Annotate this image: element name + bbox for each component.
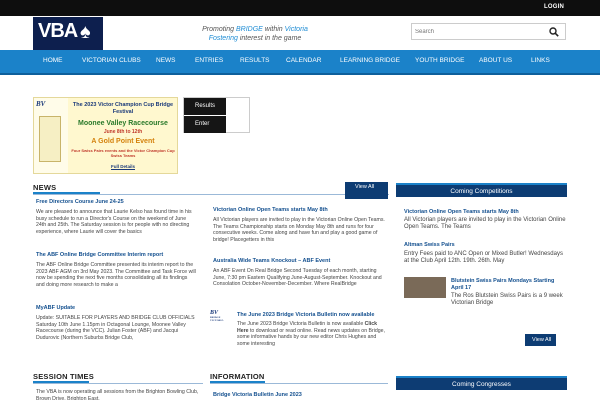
article-text: to download or read online. Read news up… [237, 327, 385, 347]
tagline: Promoting BRIDGE within Victoria Fosteri… [170, 25, 340, 43]
competition-excerpt: The Ros Blutstein Swiss Pairs is a 9 wee… [451, 293, 563, 306]
news-article: The ABF Online Bridge Committee Interim … [36, 252, 196, 288]
vba-logo[interactable]: VBA ♠ [33, 17, 103, 51]
competitions-view-all-button[interactable]: View All [525, 334, 556, 346]
competition-title[interactable]: Victorian Online Open Teams starts May 8… [404, 209, 519, 215]
nav-links[interactable]: LINKS [531, 57, 550, 64]
promo-title: The 2023 Victor Champion Cup Bridge Fest… [72, 102, 174, 115]
nav-entries[interactable]: ENTRIES [195, 57, 223, 64]
article-text: The June 2023 Bridge Victoria Bulletin i… [237, 321, 365, 327]
competition-title[interactable]: Altman Swiss Pairs [404, 242, 455, 248]
tagline-highlight: Victoria [284, 26, 308, 33]
main-nav: HOME VICTORIAN CLUBS NEWS ENTRIES RESULT… [0, 50, 600, 73]
promo-full-details-link[interactable]: Full Details [70, 164, 176, 169]
session-times-text: The VBA is now operating all sessions fr… [36, 389, 199, 400]
promo-sidebar: BV [34, 98, 68, 173]
nav-youth-bridge[interactable]: YOUTH BRIDGE [415, 57, 464, 64]
results-button[interactable]: Results [184, 98, 226, 115]
article-excerpt: An ABF Event On Real Bridge Second Tuesd… [213, 268, 382, 288]
login-link[interactable]: LOGIN [544, 4, 564, 10]
search-input[interactable] [415, 26, 545, 38]
coming-competitions-header: Coming Competitions [396, 183, 567, 197]
article-excerpt: The June 2023 Bridge Victoria Bulletin i… [237, 321, 385, 347]
competition-thumbnail[interactable] [404, 277, 446, 298]
session-times-title: SESSION TIMES [33, 372, 94, 381]
nav-home[interactable]: HOME [43, 57, 63, 64]
news-view-all-button[interactable]: View All [345, 182, 388, 199]
tagline-highlight: Fostering [208, 35, 238, 42]
promo-subtitle: Four Swiss Pairs events and the Victor C… [71, 148, 175, 158]
news-article: Free Directors Course June 24-25 We are … [36, 199, 196, 235]
article-excerpt: Update: SUITABLE FOR PLAYERS AND BRIDGE … [36, 315, 195, 341]
information-heading: INFORMATION [210, 372, 388, 384]
search-box [411, 23, 566, 40]
tagline-text: interest in the game [237, 35, 302, 42]
article-excerpt: The ABF Online Bridge Committee presente… [36, 262, 196, 288]
article-title[interactable]: Victorian Online Open Teams starts May 8… [213, 207, 385, 214]
tagline-highlight: BRIDGE [236, 26, 263, 33]
article-title[interactable]: Free Directors Course June 24-25 [36, 199, 196, 206]
site-header: VBA ♠ Promoting BRIDGE within Victoria F… [0, 16, 600, 51]
session-times-heading: SESSION TIMES [33, 372, 203, 384]
bv-logo: BV [36, 100, 46, 108]
article-title[interactable]: MyABF Update [36, 305, 196, 312]
quick-menu: Results Enter [183, 97, 250, 133]
enter-button[interactable]: Enter [184, 116, 226, 133]
spade-icon: ♠ [80, 21, 91, 43]
news-article: Australia Wide Teams Knockout – ABF Even… [213, 258, 385, 288]
news-article: MyABF Update Update: SUITABLE FOR PLAYER… [36, 305, 196, 341]
competition-excerpt: Entry Fees paid to ANC Open or Mixed But… [404, 251, 563, 264]
news-title: NEWS [33, 183, 57, 192]
trophy-image [39, 116, 61, 162]
nav-learning-bridge[interactable]: LEARNING BRIDGE [340, 57, 400, 64]
nav-about-us[interactable]: ABOUT US [479, 57, 512, 64]
coming-congresses-header: Coming Congresses [396, 376, 567, 390]
news-rule [33, 194, 389, 195]
promo-gold-point: A Gold Point Event [91, 138, 155, 145]
news-article: Victorian Online Open Teams starts May 8… [213, 207, 385, 243]
information-link[interactable]: Bridge Victoria Bulletin June 2023 [213, 392, 302, 399]
competition-excerpt: All Victorian players are invited to pla… [404, 217, 566, 230]
nav-victorian-clubs[interactable]: VICTORIAN CLUBS [82, 57, 141, 64]
nav-results[interactable]: RESULTS [240, 57, 270, 64]
top-bar: LOGIN [0, 0, 600, 16]
nav-news[interactable]: NEWS [156, 57, 176, 64]
tagline-text: within [262, 26, 285, 33]
promo-dates: June 8th to 12th [103, 129, 143, 135]
coming-congresses-title: Coming Congresses [452, 381, 511, 388]
article-title[interactable]: Australia Wide Teams Knockout – ABF Even… [213, 258, 385, 265]
tagline-text: Promoting [202, 26, 236, 33]
news-article: The June 2023 Bridge Victoria Bulletin n… [237, 312, 385, 347]
news-heading: NEWS [33, 182, 389, 196]
nav-calendar[interactable]: CALENDAR [286, 57, 321, 64]
article-title[interactable]: The ABF Online Bridge Committee Interim … [36, 252, 196, 259]
section-rule [33, 383, 203, 384]
competition-title[interactable]: Blutstein Swiss Pairs Mondays Starting A… [451, 278, 565, 292]
article-excerpt: We are pleased to announce that Laurie K… [36, 209, 192, 235]
information-title: INFORMATION [210, 372, 265, 381]
search-icon[interactable] [549, 27, 559, 37]
festival-promo-banner[interactable]: BV The 2023 Victor Champion Cup Bridge F… [33, 97, 178, 174]
nav-divider [0, 73, 600, 75]
promo-venue: Moonee Valley Racecourse [78, 120, 168, 127]
article-title[interactable]: The June 2023 Bridge Victoria Bulletin n… [237, 312, 385, 319]
bv-thumbnail[interactable]: BV BRIDGE VICTORIA [210, 310, 232, 325]
thumb-caption: BRIDGE VICTORIA [210, 316, 224, 322]
section-rule [210, 383, 388, 384]
article-excerpt: All Victorian players are invited to pla… [213, 217, 385, 243]
logo-text: VBA [38, 20, 78, 42]
coming-competitions-title: Coming Competitions [450, 188, 513, 195]
